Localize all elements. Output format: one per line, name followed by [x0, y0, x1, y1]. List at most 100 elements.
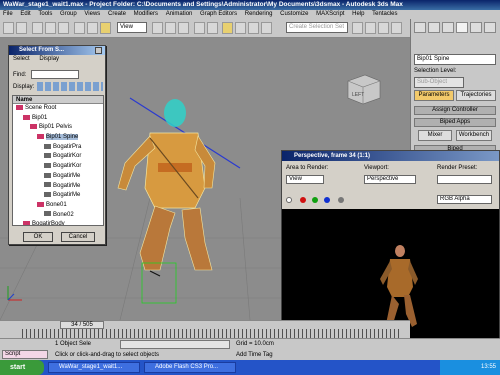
mirror-icon[interactable] — [352, 22, 363, 34]
unlink-icon[interactable] — [45, 22, 56, 34]
menu-customize[interactable]: Customize — [280, 11, 308, 17]
tree-row[interactable]: Bone02 — [13, 211, 103, 221]
character-model[interactable] — [117, 99, 216, 271]
select-object-icon[interactable] — [74, 22, 85, 34]
utilities-tab-icon[interactable] — [484, 22, 496, 33]
menu-tentacles[interactable]: Tentacles — [372, 11, 397, 17]
curve-editor-icon[interactable] — [378, 22, 389, 34]
render-preset-dropdown[interactable] — [437, 175, 492, 184]
tree-row[interactable]: BogatirKor — [13, 152, 103, 162]
viewport-dropdown[interactable]: Perspective — [364, 175, 416, 184]
tree-row[interactable]: BogatirPra — [13, 143, 103, 153]
material-editor-icon[interactable] — [391, 22, 402, 34]
sub-object-dropdown[interactable]: Sub-Object — [414, 77, 464, 88]
menu-display[interactable]: Display — [39, 56, 59, 62]
menu-tools[interactable]: Tools — [38, 11, 52, 17]
cancel-button[interactable]: Cancel — [61, 232, 95, 242]
workbench-button[interactable]: Workbench — [456, 130, 492, 141]
tree-row[interactable]: BogatirMe — [13, 191, 103, 201]
maxscript-listener[interactable]: Script — [2, 350, 48, 359]
tree-row[interactable]: BogatirMe — [13, 182, 103, 192]
tab-trajectories[interactable]: Trajectories — [456, 90, 496, 101]
save-image-icon[interactable] — [286, 197, 292, 203]
modify-tab-icon[interactable] — [428, 22, 440, 33]
task-3dsmax[interactable]: WaWar_stage1_wait1... — [48, 362, 140, 373]
menu-graph-editors[interactable]: Graph Editors — [200, 11, 237, 17]
track-bar-ticks[interactable] — [22, 329, 402, 338]
tree-row[interactable]: Bip01 — [13, 114, 103, 124]
scale-icon[interactable] — [178, 22, 189, 34]
biped-apps-rollout[interactable]: Biped Apps — [414, 118, 496, 127]
task-flash[interactable]: Adobe Flash CS3 Pro... — [144, 362, 236, 373]
start-button[interactable]: start — [0, 360, 44, 375]
tree-row-label: Bone02 — [53, 211, 74, 218]
menu-rendering[interactable]: Rendering — [245, 11, 273, 17]
undo-icon[interactable] — [3, 22, 14, 34]
reference-coord-dropdown[interactable]: View — [117, 22, 147, 33]
select-region-icon[interactable] — [100, 22, 111, 34]
window-title-bar: WaWar_stage1_wait1.max - Project Folder:… — [0, 0, 500, 10]
area-to-render-dropdown[interactable]: View — [286, 175, 324, 184]
add-time-tag[interactable]: Add Time Tag — [236, 352, 273, 358]
coordinate-fields[interactable] — [120, 340, 230, 349]
link-icon[interactable] — [32, 22, 43, 34]
channel-value: RGB Alpha — [440, 196, 470, 202]
percent-snap-icon[interactable] — [248, 22, 259, 34]
menu-views[interactable]: Views — [84, 11, 100, 17]
viewport-value: Perspective — [367, 176, 399, 182]
select-by-name-icon[interactable] — [87, 22, 98, 34]
assign-controller-rollout[interactable]: Assign Controller — [414, 106, 496, 115]
tree-row[interactable]: Bip01 Pelvis — [13, 123, 103, 133]
column-header-name[interactable]: Name — [13, 96, 103, 104]
tree-row[interactable]: Scene Root — [13, 104, 103, 114]
align-icon[interactable] — [365, 22, 376, 34]
green-channel-icon[interactable] — [312, 197, 318, 203]
display-tab-icon[interactable] — [470, 22, 482, 33]
tree-row[interactable]: Bip01 Spine — [13, 133, 103, 143]
menu-edit[interactable]: Edit — [20, 11, 30, 17]
channel-dropdown[interactable]: RGB Alpha — [437, 195, 492, 204]
tree-row[interactable]: Bone01 — [13, 201, 103, 211]
menu-maxscript[interactable]: MAXScript — [316, 11, 344, 17]
menu-file[interactable]: File — [3, 11, 13, 17]
red-channel-icon[interactable] — [300, 197, 306, 203]
find-label: Find: — [13, 72, 27, 78]
manipulate-icon[interactable] — [207, 22, 218, 34]
angle-snap-icon[interactable] — [235, 22, 246, 34]
menu-select[interactable]: Select — [13, 56, 30, 62]
tree-row[interactable]: BogatirKor — [13, 162, 103, 172]
menu-modifiers[interactable]: Modifiers — [134, 11, 158, 17]
tab-parameters[interactable]: Parameters — [414, 90, 454, 101]
time-slider[interactable]: 34 / 505 — [60, 321, 104, 329]
spinner-snap-icon[interactable] — [261, 22, 272, 34]
ok-button[interactable]: OK — [23, 232, 53, 242]
snap-icon[interactable] — [222, 22, 233, 34]
pivot-icon[interactable] — [194, 22, 205, 34]
create-tab-icon[interactable] — [414, 22, 426, 33]
rotate-icon[interactable] — [165, 22, 176, 34]
find-input[interactable] — [31, 70, 79, 79]
alpha-channel-icon[interactable] — [338, 197, 344, 203]
hierarchy-tab-icon[interactable] — [442, 22, 454, 33]
area-to-render-label: Area to Render: — [286, 165, 329, 171]
menu-group[interactable]: Group — [60, 11, 77, 17]
redo-icon[interactable] — [16, 22, 27, 34]
named-selection-sets[interactable]: Create Selection Set — [286, 22, 348, 33]
workbench-label: Workbench — [458, 132, 490, 138]
move-icon[interactable] — [152, 22, 163, 34]
tree-row-label: Bone01 — [46, 201, 67, 208]
scene-tree-list[interactable]: Name Scene Root Bip01 Bip01 Pelvis Bip01 Sp… — [12, 95, 104, 226]
blue-channel-icon[interactable] — [324, 197, 330, 203]
tree-row[interactable]: BogatirMe — [13, 172, 103, 182]
menu-animation[interactable]: Animation — [166, 11, 193, 17]
object-name-field[interactable]: Bip01 Spine — [414, 54, 496, 65]
close-icon[interactable] — [95, 47, 102, 54]
menu-help[interactable]: Help — [352, 11, 364, 17]
motion-tab-icon[interactable] — [456, 22, 468, 33]
display-filter-icons[interactable] — [37, 82, 103, 91]
viewcube[interactable]: LEFT — [347, 74, 381, 105]
menu-create[interactable]: Create — [108, 11, 126, 17]
bind-space-warp-icon[interactable] — [58, 22, 69, 34]
mixer-button[interactable]: Mixer — [418, 130, 452, 141]
tree-row[interactable]: BogatirBody — [13, 220, 103, 225]
